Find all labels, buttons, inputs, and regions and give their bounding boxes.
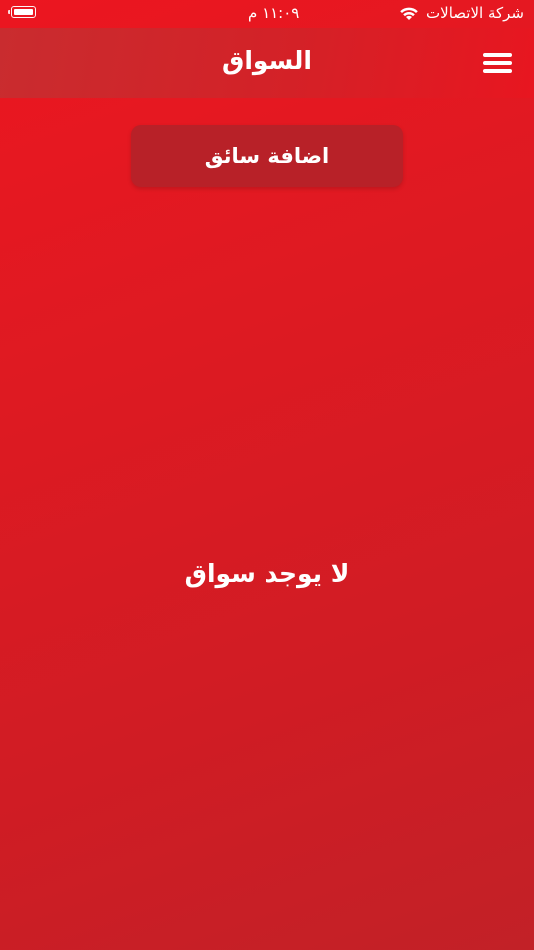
menu-line-middle [483,61,512,65]
page-title: السواق [222,46,312,75]
menu-line-bottom [483,69,512,73]
navigation-bar: السواق [0,28,534,98]
add-driver-button[interactable]: اضافة سائق [131,125,403,187]
empty-state-message: لا يوجد سواق [184,559,350,588]
battery-tip [8,10,10,14]
carrier-name: شركة الاتصالات [426,4,524,22]
menu-button[interactable] [480,50,514,76]
add-driver-label: اضافة سائق [204,144,330,168]
status-bar: ١١:٠٩ م شركة الاتصالات [0,0,534,28]
battery-body [11,6,36,18]
drivers-screen: ١١:٠٩ م شركة الاتصالات السواق اضافة سائق… [0,0,534,950]
status-time: ١١:٠٩ م [248,4,300,22]
battery-icon [8,6,40,20]
wifi-icon [400,7,418,20]
carrier-group: شركة الاتصالات [399,3,524,23]
battery-fill [14,9,33,15]
menu-line-top [483,53,512,57]
